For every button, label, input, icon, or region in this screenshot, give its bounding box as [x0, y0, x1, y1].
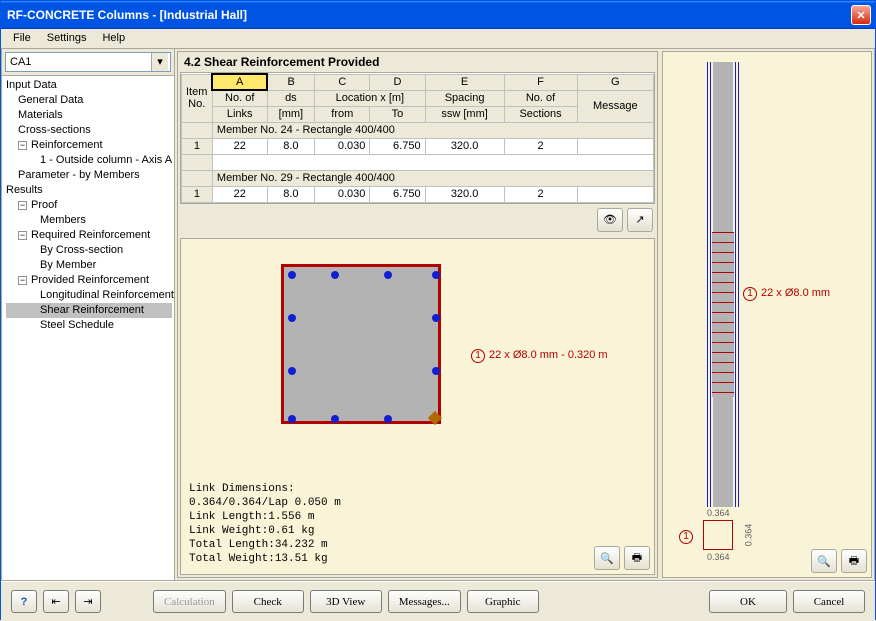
column-elevation	[713, 62, 733, 507]
tree-general-data[interactable]: General Data	[6, 93, 172, 108]
messages-button[interactable]: Messages...	[388, 590, 461, 613]
nav-tree[interactable]: Input Data General Data Materials Cross-…	[2, 76, 174, 580]
data-row: 1 22 8.0 0.030 6.750 320.0 2	[182, 138, 654, 154]
tree-input-data[interactable]: Input Data	[6, 78, 172, 93]
tree-reinforcement[interactable]: −Reinforcement	[6, 138, 172, 153]
section-preview[interactable]: 122 x Ø8.0 mm - 0.320 m Link Dimensions:…	[180, 238, 655, 576]
tree-members[interactable]: Members	[6, 213, 172, 228]
graphic-button[interactable]: Graphic	[467, 590, 539, 613]
next-page-button[interactable]: ⇥	[75, 590, 101, 613]
ok-button[interactable]: OK	[709, 590, 787, 613]
col-D[interactable]: D	[370, 74, 425, 90]
center-column: 4.2 Shear Reinforcement Provided ItemNo.…	[177, 51, 658, 578]
tree-provided-reinf[interactable]: −Provided Reinforcement	[6, 273, 172, 288]
main-area: CA1 Input Data General Data Materials Cr…	[1, 49, 875, 581]
print-button-right[interactable]: 🖶	[841, 549, 867, 573]
pick-button[interactable]: ↗	[627, 208, 653, 232]
eye-icon: 👁	[603, 213, 617, 226]
menu-file[interactable]: File	[5, 29, 39, 48]
group-row-24[interactable]: Member No. 24 - Rectangle 400/400	[212, 122, 653, 138]
col-F[interactable]: F	[504, 74, 577, 90]
zoom-button-right[interactable]: 🔍	[811, 549, 837, 573]
calculation-button[interactable]: Calculation	[153, 590, 226, 613]
collapse-icon[interactable]: −	[18, 141, 27, 150]
menu-bar: File Settings Help	[1, 29, 875, 49]
collapse-icon[interactable]: −	[18, 201, 27, 210]
printer-icon: 🖶	[632, 549, 642, 568]
3dview-button[interactable]: 3D View	[310, 590, 382, 613]
tree-results[interactable]: Results	[6, 183, 172, 198]
elevation-preview[interactable]: 122 x Ø8.0 mm 1 0.364 0.364 0.364 🔍 🖶	[662, 51, 872, 578]
tree-by-member[interactable]: By Member	[6, 258, 172, 273]
zoom-button[interactable]: 🔍	[594, 546, 620, 570]
collapse-icon[interactable]: −	[18, 276, 27, 285]
tree-proof[interactable]: −Proof	[6, 198, 172, 213]
col-B[interactable]: B	[267, 74, 315, 90]
window-title: RF-CONCRETE Columns - [Industrial Hall]	[7, 8, 851, 22]
tree-by-cs[interactable]: By Cross-section	[6, 243, 172, 258]
link-dimensions-text: Link Dimensions: 0.364/0.364/Lap 0.050 m…	[189, 482, 341, 566]
help-icon: ?	[21, 596, 28, 608]
col-E[interactable]: E	[425, 74, 504, 90]
collapse-icon[interactable]: −	[18, 231, 27, 240]
magnifier-icon: 🔍	[817, 555, 831, 568]
col-A[interactable]: A	[212, 74, 267, 90]
case-combo[interactable]: CA1	[5, 52, 171, 72]
help-button[interactable]: ?	[11, 590, 37, 613]
tree-steel-schedule[interactable]: Steel Schedule	[6, 318, 172, 333]
print-button[interactable]: 🖶	[624, 546, 650, 570]
col-C[interactable]: C	[315, 74, 370, 90]
sidebar: CA1 Input Data General Data Materials Cr…	[2, 49, 175, 580]
tree-cross-sections[interactable]: Cross-sections	[6, 123, 172, 138]
tree-materials[interactable]: Materials	[6, 108, 172, 123]
case-combo-value: CA1	[10, 56, 31, 68]
tree-reinf-item[interactable]: 1 - Outside column - Axis A	[6, 153, 172, 168]
elevation-label: 122 x Ø8.0 mm	[743, 287, 830, 301]
cancel-button[interactable]: Cancel	[793, 590, 865, 613]
data-row: 1 22 8.0 0.030 6.750 320.0 2	[182, 186, 654, 202]
col-G[interactable]: G	[577, 74, 653, 90]
panel-title: 4.2 Shear Reinforcement Provided	[178, 52, 657, 72]
check-button[interactable]: Check	[232, 590, 304, 613]
tree-parameter[interactable]: Parameter - by Members	[6, 168, 172, 183]
magnifier-icon: 🔍	[600, 552, 614, 565]
prev-page-button[interactable]: ⇤	[43, 590, 69, 613]
menu-settings[interactable]: Settings	[39, 29, 95, 48]
mini-section: 1 0.364 0.364 0.364	[693, 512, 748, 567]
tree-shear-reinf[interactable]: Shear Reinforcement	[6, 303, 172, 318]
button-bar: ? ⇤ ⇥ Calculation Check 3D View Messages…	[1, 581, 875, 621]
show-hide-button[interactable]: 👁	[597, 208, 623, 232]
results-grid[interactable]: ItemNo. A B C D E F G No. of ds Location…	[180, 72, 655, 204]
title-bar: RF-CONCRETE Columns - [Industrial Hall] …	[1, 1, 875, 29]
tree-required-reinf[interactable]: −Required Reinforcement	[6, 228, 172, 243]
section-label: 122 x Ø8.0 mm - 0.320 m	[471, 349, 608, 363]
tree-long-reinf[interactable]: Longitudinal Reinforcement	[6, 288, 172, 303]
column-section	[281, 264, 441, 424]
menu-help[interactable]: Help	[94, 29, 133, 48]
close-button[interactable]: ✕	[851, 5, 871, 25]
right-column: 122 x Ø8.0 mm 1 0.364 0.364 0.364 🔍 🖶	[662, 51, 872, 578]
group-row-29[interactable]: Member No. 29 - Rectangle 400/400	[212, 170, 653, 186]
arrow-icon: ↗	[635, 213, 644, 226]
page-right-icon: ⇥	[83, 595, 92, 608]
printer-icon: 🖶	[849, 552, 859, 571]
page-left-icon: ⇤	[51, 595, 60, 608]
content-area: 4.2 Shear Reinforcement Provided ItemNo.…	[175, 49, 874, 580]
